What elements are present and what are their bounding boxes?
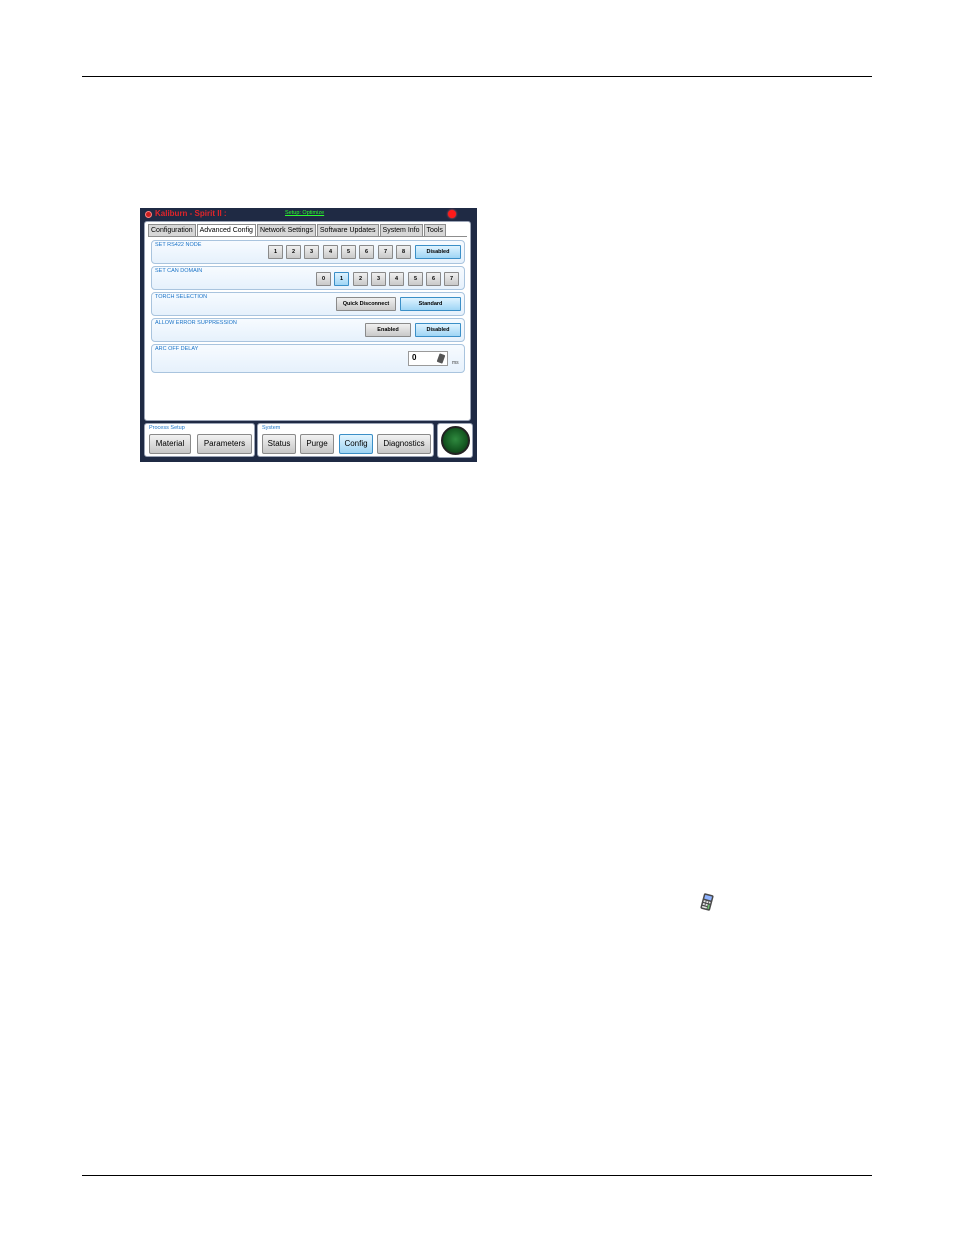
rs422-option-1[interactable]: 1 bbox=[268, 245, 283, 259]
can-option-2[interactable]: 2 bbox=[353, 272, 368, 286]
config-panel: Configuration Advanced Config Network Se… bbox=[144, 221, 471, 421]
standard-button[interactable]: Standard bbox=[400, 297, 461, 311]
arc-off-delay-unit: ms bbox=[452, 360, 459, 366]
disabled-button[interactable]: Disabled bbox=[415, 323, 461, 337]
setup-status-link[interactable]: Setup: Optimize bbox=[285, 210, 324, 216]
tab-network-settings[interactable]: Network Settings bbox=[256, 224, 316, 236]
torch-selection-label: TORCH SELECTION bbox=[155, 294, 208, 300]
diagnostics-button[interactable]: Diagnostics bbox=[377, 434, 431, 454]
can-option-6[interactable]: 6 bbox=[426, 272, 441, 286]
tab-system-info[interactable]: System Info bbox=[379, 224, 423, 236]
can-option-3[interactable]: 3 bbox=[371, 272, 386, 286]
error-suppression-label: ALLOW ERROR SUPPRESSION bbox=[155, 320, 237, 326]
arc-off-delay-input[interactable]: 0 bbox=[408, 351, 448, 366]
can-option-7[interactable]: 7 bbox=[444, 272, 459, 286]
purge-button[interactable]: Purge bbox=[300, 434, 334, 454]
kaliburn-logo-icon bbox=[145, 211, 152, 218]
rs422-disabled-button[interactable]: Disabled bbox=[415, 245, 461, 259]
rs422-option-3[interactable]: 3 bbox=[304, 245, 319, 259]
calculator-icon[interactable] bbox=[436, 353, 446, 364]
config-button[interactable]: Config bbox=[339, 434, 373, 454]
status-led-icon bbox=[448, 210, 456, 218]
enabled-button[interactable]: Enabled bbox=[365, 323, 411, 337]
error-suppression-group: ALLOW ERROR SUPPRESSION Enabled Disabled bbox=[151, 318, 465, 342]
can-domain-group: SET CAN DOMAIN 0 1 2 3 4 5 6 7 bbox=[151, 266, 465, 290]
arc-off-delay-label: ARC OFF DELAY bbox=[155, 346, 199, 352]
calculator-icon bbox=[700, 893, 714, 911]
process-setup-group: Process Setup Material Parameters bbox=[144, 423, 255, 457]
system-label: System bbox=[262, 425, 281, 431]
quick-disconnect-button[interactable]: Quick Disconnect bbox=[336, 297, 396, 311]
rs422-option-6[interactable]: 6 bbox=[359, 245, 374, 259]
can-domain-label: SET CAN DOMAIN bbox=[155, 268, 203, 274]
torch-selection-group: TORCH SELECTION Quick Disconnect Standar… bbox=[151, 292, 465, 316]
footer-rule bbox=[82, 1175, 872, 1176]
tab-divider bbox=[148, 236, 467, 237]
start-button-frame bbox=[437, 423, 473, 458]
rs422-node-label: SET RS422 NODE bbox=[155, 242, 202, 248]
can-option-5[interactable]: 5 bbox=[408, 272, 423, 286]
rs422-node-group: SET RS422 NODE 1 2 3 4 5 6 7 8 Disabled bbox=[151, 240, 465, 264]
tab-software-updates[interactable]: Software Updates bbox=[316, 224, 379, 236]
hmi-screenshot: Kaliburn - Spirit II : Setup: Optimize C… bbox=[140, 208, 477, 462]
process-setup-label: Process Setup bbox=[149, 425, 185, 431]
can-option-4[interactable]: 4 bbox=[389, 272, 404, 286]
status-button[interactable]: Status bbox=[262, 434, 296, 454]
arc-off-delay-group: ARC OFF DELAY 0 ms bbox=[151, 344, 465, 373]
tab-configuration[interactable]: Configuration bbox=[148, 224, 196, 236]
start-button[interactable] bbox=[441, 426, 470, 455]
system-group: System Status Purge Config Diagnostics bbox=[257, 423, 434, 457]
can-option-1[interactable]: 1 bbox=[334, 272, 349, 286]
title-bar: Kaliburn - Spirit II : Setup: Optimize bbox=[140, 208, 477, 221]
rs422-option-2[interactable]: 2 bbox=[286, 245, 301, 259]
rs422-option-4[interactable]: 4 bbox=[323, 245, 338, 259]
rs422-option-8[interactable]: 8 bbox=[396, 245, 411, 259]
arc-off-delay-value: 0 bbox=[412, 353, 417, 362]
parameters-button[interactable]: Parameters bbox=[197, 434, 252, 454]
material-button[interactable]: Material bbox=[149, 434, 191, 454]
tab-tools[interactable]: Tools bbox=[423, 224, 446, 236]
rs422-option-7[interactable]: 7 bbox=[378, 245, 393, 259]
can-option-0[interactable]: 0 bbox=[316, 272, 331, 286]
header-rule bbox=[82, 76, 872, 77]
rs422-option-5[interactable]: 5 bbox=[341, 245, 356, 259]
window-title: Kaliburn - Spirit II : bbox=[155, 209, 227, 218]
